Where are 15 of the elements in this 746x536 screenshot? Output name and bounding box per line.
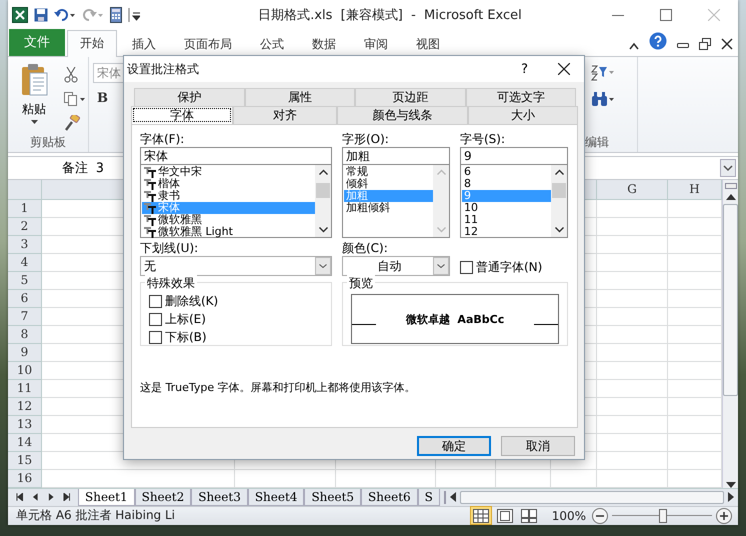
group-label: 编辑 (584, 134, 610, 151)
window-title: 日期格式.xls [兼容模式] - Microsoft Excel (257, 6, 523, 24)
field-label: 字形(O): (342, 131, 390, 147)
group-label: 剪贴板 (29, 134, 67, 151)
field-label: 颜色(C): (342, 240, 389, 256)
field-label: 下划线(U): (140, 240, 200, 256)
field-label: 字号(S): (460, 131, 506, 147)
status-text: 单元格 A6 批注者 Haibing Li (16, 507, 176, 524)
group-title: 预览 (347, 275, 375, 292)
font-description: 这是 TrueType 字体。屏幕和打印机上都将使用该字体。 (140, 380, 417, 395)
dialog-title: 设置批注格式 (127, 60, 199, 78)
group-title: 特殊效果 (145, 275, 197, 292)
field-label: 字体(F): (140, 131, 186, 147)
preview-sample: 微软卓越 AaBbCc (404, 312, 506, 326)
paste-label: 粘贴 (22, 101, 46, 118)
